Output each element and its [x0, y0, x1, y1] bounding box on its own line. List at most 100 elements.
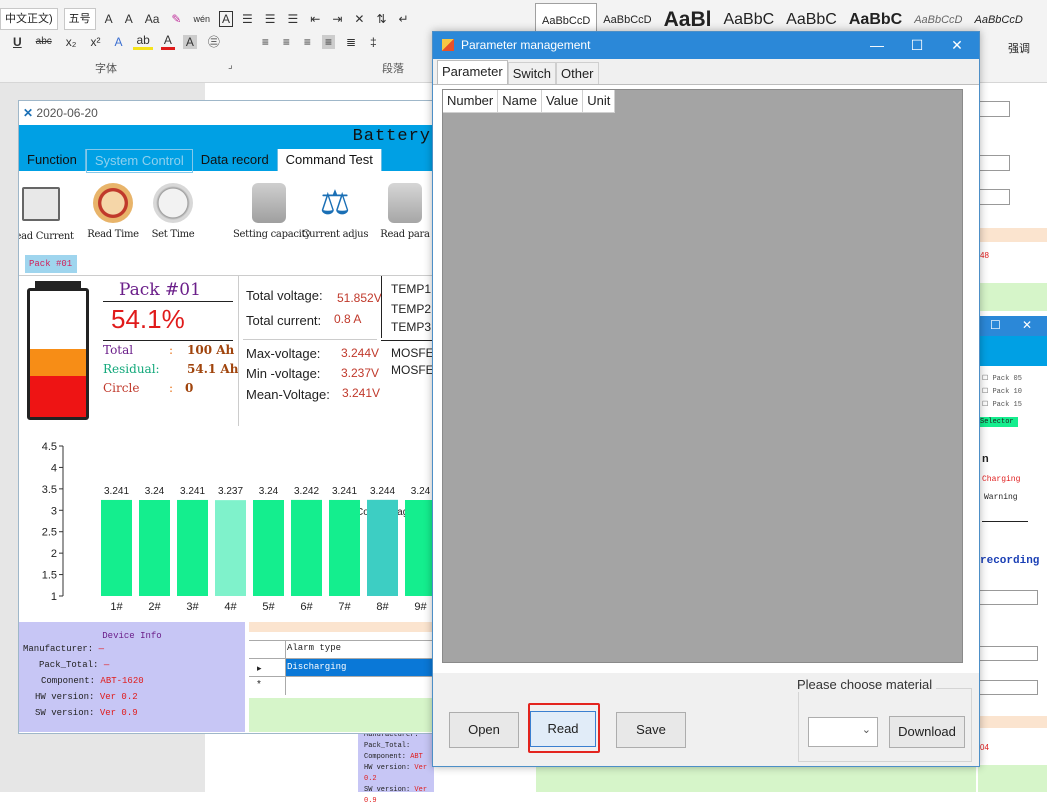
- download-button[interactable]: Download: [889, 716, 965, 748]
- text-effects-icon[interactable]: A: [111, 35, 125, 49]
- column-number[interactable]: Number: [443, 90, 499, 113]
- bullets-icon[interactable]: ☰: [239, 12, 256, 26]
- bar-data-label: 3.241: [332, 486, 357, 497]
- tool-setting-capacity[interactable]: Setting capacity: [233, 175, 311, 240]
- right-charging-label: Charging: [982, 475, 1021, 484]
- strikethrough-icon[interactable]: abc: [33, 36, 55, 47]
- right-input-2: [978, 155, 1010, 171]
- pack-15-label: Pack 15: [992, 401, 1022, 409]
- line-spacing-icon[interactable]: ‡: [367, 35, 380, 49]
- justify-icon[interactable]: ≡: [321, 34, 335, 49]
- y-tick-label: 3.5: [42, 484, 57, 496]
- numbering-icon[interactable]: ☰: [262, 12, 279, 26]
- align-center-icon[interactable]: ≡: [280, 35, 293, 49]
- menu-function[interactable]: Function: [19, 149, 86, 171]
- right-input-1: [978, 101, 1010, 117]
- minimize-icon[interactable]: —: [857, 32, 897, 59]
- min-voltage-value: 3.237V: [341, 366, 380, 380]
- menu-command-test[interactable]: Command Test: [277, 149, 382, 171]
- right-close-icon[interactable]: ✕: [1022, 318, 1032, 332]
- right-maximize-icon[interactable]: ☐: [990, 318, 1001, 332]
- column-unit[interactable]: Unit: [583, 90, 616, 113]
- material-group-label: Please choose material: [793, 677, 937, 692]
- underline-icon[interactable]: U: [10, 35, 25, 49]
- bg-hw-label: HW version:: [364, 764, 411, 772]
- tab-other[interactable]: Other: [556, 62, 599, 85]
- total-voltage-value: 51.852V: [337, 291, 382, 305]
- tab-parameter[interactable]: Parameter: [437, 60, 508, 85]
- component-label: Component:: [41, 676, 96, 686]
- phonetic-guide-button[interactable]: wén: [190, 14, 213, 24]
- subscript-icon[interactable]: x₂: [63, 35, 80, 49]
- total-current-label: Total current:: [246, 313, 322, 328]
- y-tick-label: 2: [51, 548, 57, 560]
- font-color-icon[interactable]: A: [160, 33, 175, 50]
- soc-value: 54.1%: [111, 304, 185, 334]
- column-value[interactable]: Value: [541, 90, 584, 113]
- close-icon[interactable]: ✕: [937, 32, 977, 59]
- bar-data-label: 3.241: [104, 486, 129, 497]
- scale-icon: ⚖: [319, 184, 351, 222]
- menu-data-record[interactable]: Data record: [193, 149, 278, 171]
- decrease-indent-icon[interactable]: ⇤: [307, 12, 323, 26]
- font-group-launcher-icon[interactable]: ⌟: [228, 60, 233, 71]
- superscript-icon[interactable]: x²: [87, 35, 103, 49]
- mean-voltage-label: Mean-Voltage:: [246, 387, 330, 402]
- pack-tab[interactable]: Pack #01: [25, 255, 77, 273]
- mosfet1-label: MOSFE: [391, 346, 434, 360]
- alarm-new-row-marker: *: [257, 679, 261, 690]
- distribute-icon[interactable]: ≣: [343, 35, 359, 49]
- set-clock-icon: [153, 183, 193, 223]
- material-select[interactable]: ⌄: [808, 717, 878, 747]
- parameter-grid[interactable]: Number Name Value Unit: [442, 89, 963, 663]
- dialog-title: Parameter management: [461, 38, 591, 52]
- align-right-icon[interactable]: ≡: [301, 35, 314, 49]
- char-shading-icon[interactable]: A: [182, 34, 197, 49]
- change-case-button[interactable]: Aa: [142, 12, 163, 26]
- category-label: 4#: [224, 601, 237, 613]
- tool-read-current[interactable]: Read Current: [19, 175, 77, 242]
- hw-version-value: Ver 0.2: [99, 692, 138, 702]
- column-name[interactable]: Name: [498, 90, 542, 113]
- open-button[interactable]: Open: [449, 712, 519, 748]
- checkbox-icon[interactable]: ☐: [982, 375, 988, 383]
- total-capacity-label: Total: [103, 343, 134, 357]
- tool-current-adjust-label: Current adjus: [301, 229, 369, 240]
- checkbox-icon[interactable]: ☐: [982, 388, 988, 396]
- increase-indent-icon[interactable]: ⇥: [329, 12, 345, 26]
- tool-read-para[interactable]: Read para: [369, 175, 437, 240]
- pack-total-label: Pack_Total:: [39, 660, 99, 670]
- checkbox-icon[interactable]: ☐: [982, 401, 988, 409]
- selector-button[interactable]: Selector: [980, 417, 1018, 427]
- asian-layout-icon[interactable]: ✕: [351, 12, 367, 26]
- save-button[interactable]: Save: [616, 712, 686, 748]
- sort-icon[interactable]: ⇅: [373, 12, 389, 26]
- alarm-row-discharging[interactable]: Discharging: [285, 659, 437, 676]
- material-groupbox: Please choose material ⌄ Download: [793, 677, 972, 762]
- right-background-window: 48 ☐ ✕ ☐ Pack 05 ☐ Pack 10 ☐ Pack 15 Sel…: [978, 83, 1047, 792]
- y-tick-label: 4: [51, 462, 57, 474]
- font-size-select[interactable]: 五号: [63, 8, 96, 30]
- char-border-button[interactable]: A: [218, 11, 233, 27]
- bar-data-label: 3.237: [218, 486, 243, 497]
- enclose-char-icon[interactable]: ㊂: [205, 33, 223, 50]
- menu-system-control[interactable]: System Control: [85, 149, 193, 173]
- multilevel-list-icon[interactable]: ☰: [285, 12, 302, 26]
- background-green-strip: [536, 765, 976, 792]
- highlight-icon[interactable]: ab: [133, 33, 153, 50]
- font-name-select[interactable]: 中文正文): [0, 8, 58, 30]
- tool-current-adjust[interactable]: ⚖ Current adjus: [299, 175, 371, 240]
- shrink-font-button[interactable]: A: [122, 12, 136, 26]
- category-label: 1#: [110, 601, 123, 613]
- maximize-icon[interactable]: ☐: [897, 32, 937, 59]
- y-tick-label: 2.5: [42, 527, 57, 539]
- tab-switch[interactable]: Switch: [507, 62, 556, 85]
- battery-banner: Battery: [19, 125, 437, 149]
- align-left-icon[interactable]: ≡: [259, 35, 272, 49]
- residual-value: 54.1 Ah: [187, 362, 239, 376]
- grow-font-button[interactable]: A: [102, 12, 116, 26]
- show-marks-icon[interactable]: ↵: [396, 12, 412, 26]
- tool-set-time[interactable]: Set Time: [137, 175, 209, 240]
- clear-format-icon[interactable]: ✎: [168, 12, 184, 26]
- right-green-strip: [978, 283, 1047, 311]
